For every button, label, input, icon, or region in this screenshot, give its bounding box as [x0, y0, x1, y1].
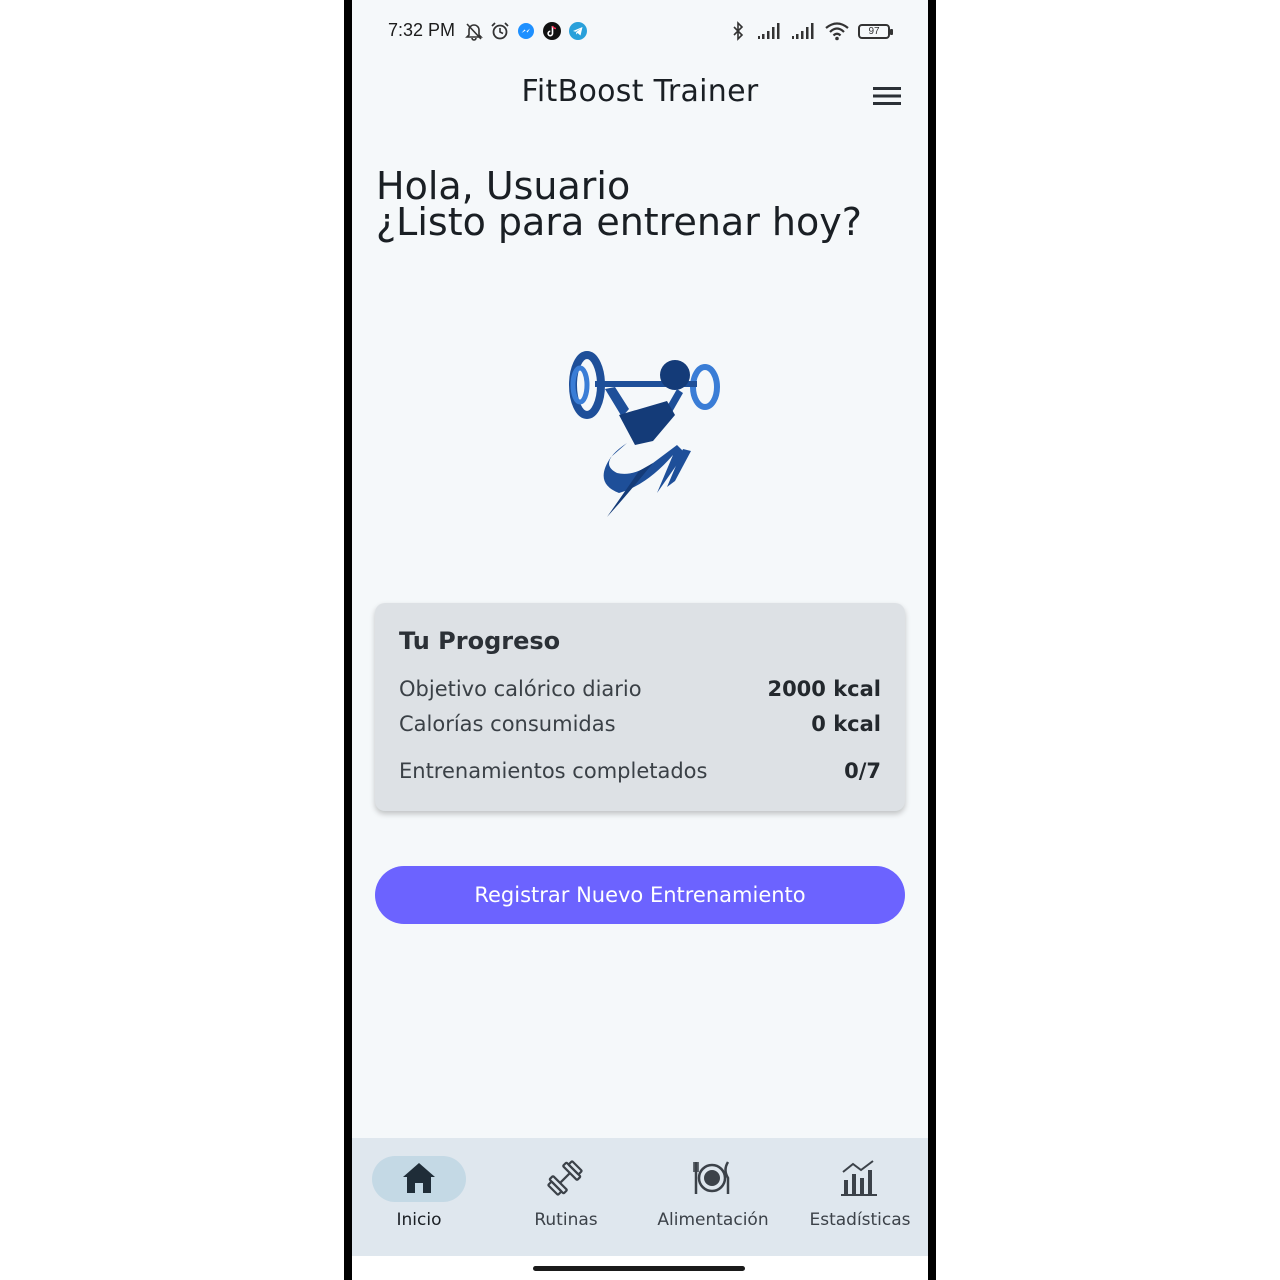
progress-card: Tu Progreso Objetivo calórico diario 200… — [375, 603, 905, 811]
bottom-navigation: Inicio Rutinas Alimentación Estadísticas — [352, 1138, 928, 1256]
nav-label: Alimentación — [657, 1210, 769, 1230]
stat-row-workouts-completed: Entrenamientos completados 0/7 — [399, 759, 881, 783]
plate-icon — [693, 1161, 730, 1194]
stat-value: 0/7 — [844, 759, 881, 783]
hamburger-menu-icon — [873, 87, 901, 105]
status-notification-icons — [464, 20, 588, 42]
stat-row-calorie-goal: Objetivo calórico diario 2000 kcal — [399, 677, 881, 701]
stat-value: 2000 kcal — [767, 677, 881, 701]
dumbbell-icon — [547, 1160, 583, 1196]
nav-item-rutinas[interactable]: Rutinas — [499, 1138, 643, 1256]
app-screen: 7:32 PM 97 FitBoost Trainer Hola, Usuari… — [352, 0, 928, 1280]
home-icon — [403, 1163, 435, 1193]
bluetooth-icon — [728, 20, 748, 42]
stat-row-calories-consumed: Calorías consumidas 0 kcal — [399, 712, 881, 736]
stats-icon — [841, 1160, 877, 1196]
status-time: 7:32 PM — [388, 20, 456, 40]
nav-item-alimentacion[interactable]: Alimentación — [646, 1138, 790, 1256]
home-indicator[interactable] — [533, 1266, 745, 1271]
stat-label: Calorías consumidas — [399, 712, 616, 736]
tiktok-icon — [542, 20, 562, 42]
nav-label: Inicio — [396, 1210, 442, 1230]
register-workout-button[interactable]: Registrar Nuevo Entrenamiento — [375, 866, 905, 924]
app-title: FitBoost Trainer — [521, 74, 759, 109]
stat-label: Entrenamientos completados — [399, 759, 708, 783]
nav-label: Rutinas — [534, 1210, 598, 1230]
battery-level: 97 — [868, 25, 880, 37]
progress-card-title: Tu Progreso — [399, 627, 561, 655]
nav-label: Estadísticas — [809, 1210, 911, 1230]
nav-item-estadisticas[interactable]: Estadísticas — [793, 1138, 928, 1256]
stat-label: Objetivo calórico diario — [399, 677, 642, 701]
greeting: Hola, Usuario ¿Listo para entrenar hoy? — [376, 164, 862, 244]
greeting-line1: Hola, Usuario — [376, 164, 631, 208]
telegram-icon — [568, 20, 588, 42]
alarm-icon — [490, 20, 510, 42]
status-bar: 7:32 PM 97 — [352, 0, 928, 64]
signal-icon — [756, 20, 782, 42]
battery-icon: 97 — [858, 23, 893, 39]
signal-icon — [790, 20, 816, 42]
status-system-icons: 97 — [728, 20, 893, 42]
bell-off-icon — [464, 20, 484, 42]
menu-button[interactable] — [864, 80, 910, 112]
nav-item-inicio[interactable]: Inicio — [352, 1138, 496, 1256]
weightlifter-logo — [557, 345, 727, 525]
greeting-line2: ¿Listo para entrenar hoy? — [376, 200, 862, 244]
wifi-icon — [824, 20, 850, 42]
stat-value: 0 kcal — [811, 712, 881, 736]
messenger-icon — [516, 20, 536, 42]
